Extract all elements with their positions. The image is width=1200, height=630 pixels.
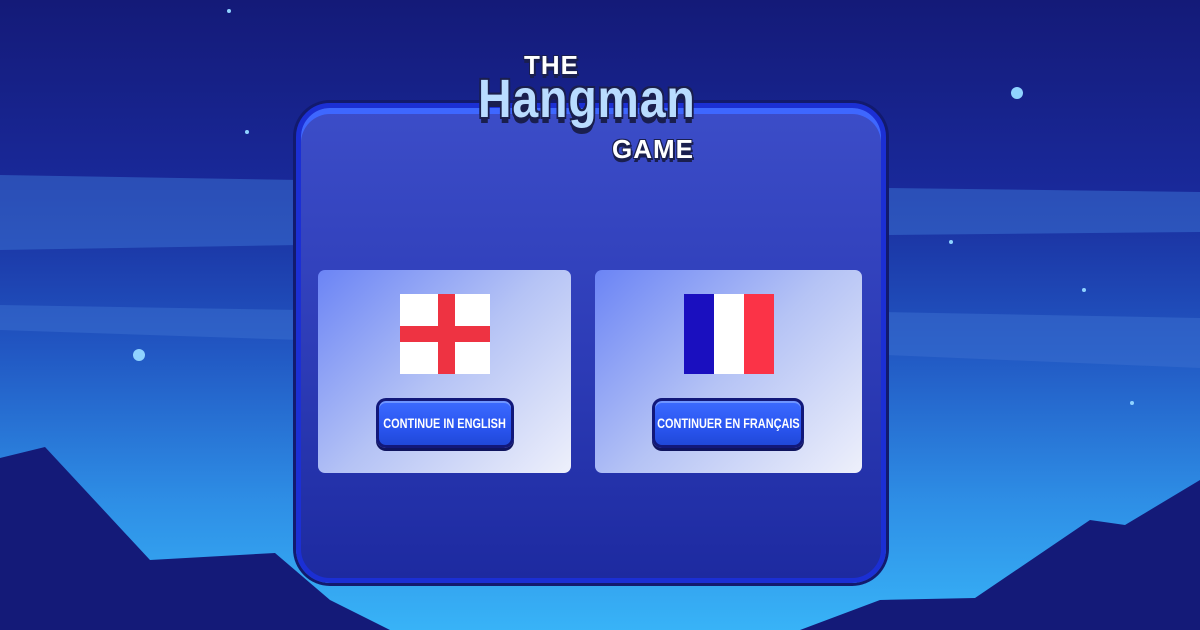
continue-french-button[interactable]: CONTINUER EN FRANÇAIS xyxy=(652,398,804,448)
cloud-band xyxy=(0,305,300,340)
star xyxy=(949,240,953,244)
continue-english-button[interactable]: CONTINUE IN ENGLISH xyxy=(376,398,514,448)
star xyxy=(133,349,145,361)
france-flag-icon xyxy=(684,294,774,374)
game-logo: THE Hangman GAME xyxy=(478,46,718,176)
england-flag-icon xyxy=(400,294,490,374)
cloud-band xyxy=(885,188,1200,235)
english-option-card: CONTINUE IN ENGLISH xyxy=(318,270,571,473)
cloud-band xyxy=(885,312,1200,368)
star xyxy=(1011,87,1023,99)
continue-english-label: CONTINUE IN ENGLISH xyxy=(383,415,507,431)
cloud-band xyxy=(0,175,300,250)
french-option-card: CONTINUER EN FRANÇAIS xyxy=(595,270,862,473)
logo-game-text: GAME xyxy=(612,134,694,164)
star xyxy=(245,130,249,134)
continue-french-label: CONTINUER EN FRANÇAIS xyxy=(656,415,800,431)
logo-title-text: Hangman xyxy=(478,69,696,129)
star xyxy=(1082,288,1086,292)
star xyxy=(227,9,231,13)
star xyxy=(1130,401,1134,405)
